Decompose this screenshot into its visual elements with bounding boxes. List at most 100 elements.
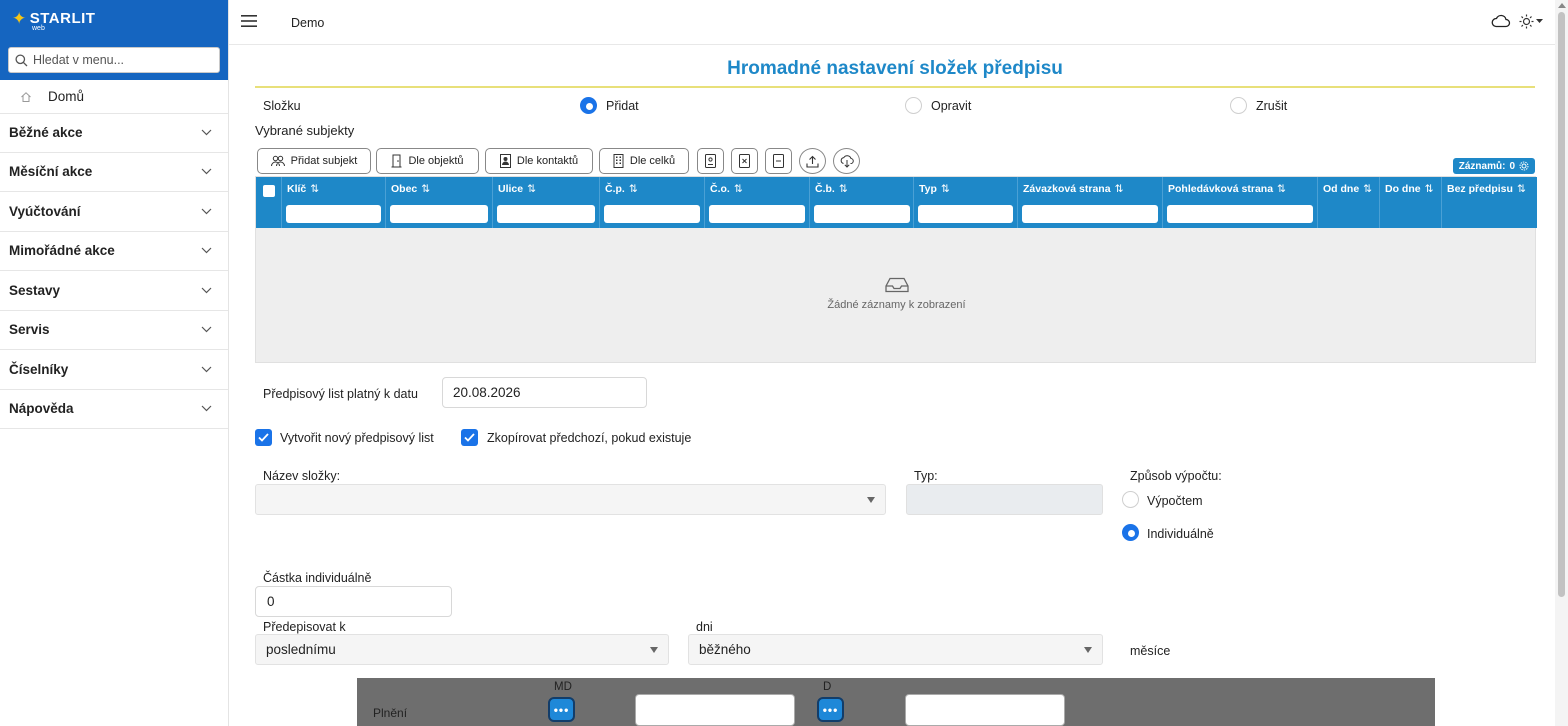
person-file-icon	[705, 154, 716, 168]
d-lookup-button[interactable]: •••	[817, 697, 844, 722]
sidebar-item-vyuctovani[interactable]: Vyúčtování	[0, 192, 228, 232]
sidebar-item-mimoradne-akce[interactable]: Mimořádné akce	[0, 232, 228, 271]
empty-text: Žádné záznamy k zobrazení	[827, 299, 966, 311]
filter-input-cb[interactable]	[814, 205, 910, 223]
theme-toggle[interactable]	[1519, 14, 1543, 29]
menu-search-box[interactable]	[8, 47, 220, 73]
by-contacts-button[interactable]: Dle kontaktů	[485, 148, 593, 174]
calc-radio-individualne[interactable]	[1122, 524, 1139, 541]
sidebar: ✦ STARLIT web Domů Běžné akce Měsíční ak…	[0, 0, 229, 726]
column-ulice[interactable]: Ulice ⇅	[493, 177, 600, 228]
inbox-icon	[884, 277, 909, 293]
calc-radio-vypoctem[interactable]	[1122, 491, 1139, 508]
sidebar-item-ciselniky[interactable]: Číselníky	[0, 350, 228, 390]
sidebar-item-label: Číselníky	[9, 361, 69, 377]
sidebar-item-home[interactable]: Domů	[0, 80, 228, 113]
door-icon	[391, 154, 402, 168]
column-cp[interactable]: Č.p. ⇅	[600, 177, 705, 228]
chevron-down-icon	[201, 366, 212, 373]
filter-input-zavazkova-strana[interactable]	[1022, 205, 1158, 223]
type-label: Typ:	[914, 469, 938, 483]
column-zavazkova-strana[interactable]: Závazková strana ⇅	[1018, 177, 1163, 228]
column-obec[interactable]: Obec ⇅	[386, 177, 493, 228]
days-label: dni	[696, 620, 713, 634]
upload-button[interactable]	[799, 148, 826, 174]
select-all-checkbox[interactable]	[263, 185, 275, 197]
hamburger-menu-icon[interactable]	[241, 14, 257, 28]
column-header-label: Klíč	[287, 183, 307, 195]
copy-prev-checkbox[interactable]	[461, 429, 478, 446]
filter-input-pohledavkova-strana[interactable]	[1167, 205, 1313, 223]
create-new-checkbox[interactable]	[255, 429, 272, 446]
column-header-label: Závazková strana	[1023, 183, 1111, 195]
filter-input-obec[interactable]	[390, 205, 488, 223]
sort-icon: ⇅	[838, 183, 848, 195]
filter-input-ulice[interactable]	[497, 205, 595, 223]
page-scrollbar[interactable]	[1555, 0, 1568, 726]
table-header: Klíč ⇅ Obec ⇅ Ulice ⇅ Č.p. ⇅ Č.o. ⇅ Č.b. ⇅ Typ…	[256, 177, 1537, 228]
md-lookup-button[interactable]: •••	[548, 697, 575, 722]
prescribe-value: poslednímu	[266, 642, 336, 657]
column-cb[interactable]: Č.b. ⇅	[810, 177, 914, 228]
import-person-button[interactable]	[697, 148, 724, 174]
filter-input-cp[interactable]	[604, 205, 700, 223]
caret-down-icon	[1084, 646, 1092, 653]
calc-label-individualne: Individuálně	[1147, 527, 1214, 541]
sort-icon: ⇅	[527, 183, 536, 195]
column-header-label: Typ	[919, 183, 937, 195]
starlit-logo[interactable]: ✦ STARLIT	[12, 10, 95, 27]
add-subject-label: Přidat subjekt	[290, 155, 358, 167]
mode-radio-pridat[interactable]	[580, 97, 597, 114]
add-subject-button[interactable]: Přidat subjekt	[257, 148, 371, 174]
caret-down-icon	[867, 496, 875, 503]
sidebar-item-label: Nápověda	[9, 401, 74, 417]
sidebar-item-home-label: Domů	[48, 89, 85, 104]
records-badge[interactable]: Záznamů: 0	[1452, 158, 1535, 174]
column-header-label: Pohledávková strana	[1168, 183, 1274, 195]
filter-input-co[interactable]	[709, 205, 805, 223]
filter-input-typ[interactable]	[918, 205, 1013, 223]
sidebar-item-napoveda[interactable]: Nápověda	[0, 390, 228, 429]
file-minus-icon	[773, 154, 784, 168]
sidebar-item-sestavy[interactable]: Sestavy	[0, 271, 228, 311]
column-pohledavkova-strana[interactable]: Pohledávková strana ⇅	[1163, 177, 1318, 228]
filter-input-klic[interactable]	[286, 205, 381, 223]
column-do-dne[interactable]: Do dne ⇅	[1380, 177, 1442, 228]
by-units-button[interactable]: Dle celků	[599, 148, 689, 174]
chevron-down-icon	[201, 208, 212, 215]
prescribe-select[interactable]: poslednímu	[255, 634, 669, 665]
users-icon	[270, 155, 285, 167]
cloud-icon[interactable]	[1491, 14, 1511, 28]
empty-state: Žádné záznamy k zobrazení	[256, 277, 1537, 311]
md-input[interactable]	[635, 694, 795, 726]
chevron-down-icon	[201, 247, 212, 254]
column-od-dne[interactable]: Od dne ⇅	[1318, 177, 1380, 228]
sort-icon: ⇅	[1424, 183, 1434, 195]
column-header-label: Č.p.	[605, 183, 625, 195]
check-icon	[258, 433, 269, 442]
column-co[interactable]: Č.o. ⇅	[705, 177, 810, 228]
mode-radio-zrusit[interactable]	[1230, 97, 1247, 114]
sort-icon: ⇅	[421, 183, 431, 195]
scroll-thumb[interactable]	[1558, 12, 1565, 597]
column-typ[interactable]: Typ ⇅	[914, 177, 1018, 228]
column-bez-predpisu[interactable]: Bez předpisu ⇅	[1442, 177, 1533, 228]
remove-selected-button[interactable]	[731, 148, 758, 174]
topbar-title: Demo	[291, 16, 325, 30]
menu-search-input[interactable]	[33, 53, 203, 67]
sidebar-item-mesicni-akce[interactable]: Měsíční akce	[0, 153, 228, 192]
cloud-download-button[interactable]	[833, 148, 860, 174]
d-input[interactable]	[905, 694, 1065, 726]
component-name-select[interactable]	[255, 484, 886, 515]
sidebar-item-servis[interactable]: Servis	[0, 311, 228, 350]
valid-date-field[interactable]: 20.08.2026	[442, 377, 647, 408]
mode-radio-opravit[interactable]	[905, 97, 922, 114]
scroll-up-arrow-icon[interactable]	[1558, 3, 1566, 8]
column-klic[interactable]: Klíč ⇅	[282, 177, 386, 228]
remove-all-button[interactable]	[765, 148, 792, 174]
by-objects-button[interactable]: Dle objektů	[376, 148, 479, 174]
sidebar-item-bezne-akce[interactable]: Běžné akce	[0, 113, 228, 153]
sort-icon: ⇅	[733, 183, 743, 195]
amount-input[interactable]: 0	[255, 586, 452, 617]
days-select[interactable]: běžného	[688, 634, 1103, 665]
